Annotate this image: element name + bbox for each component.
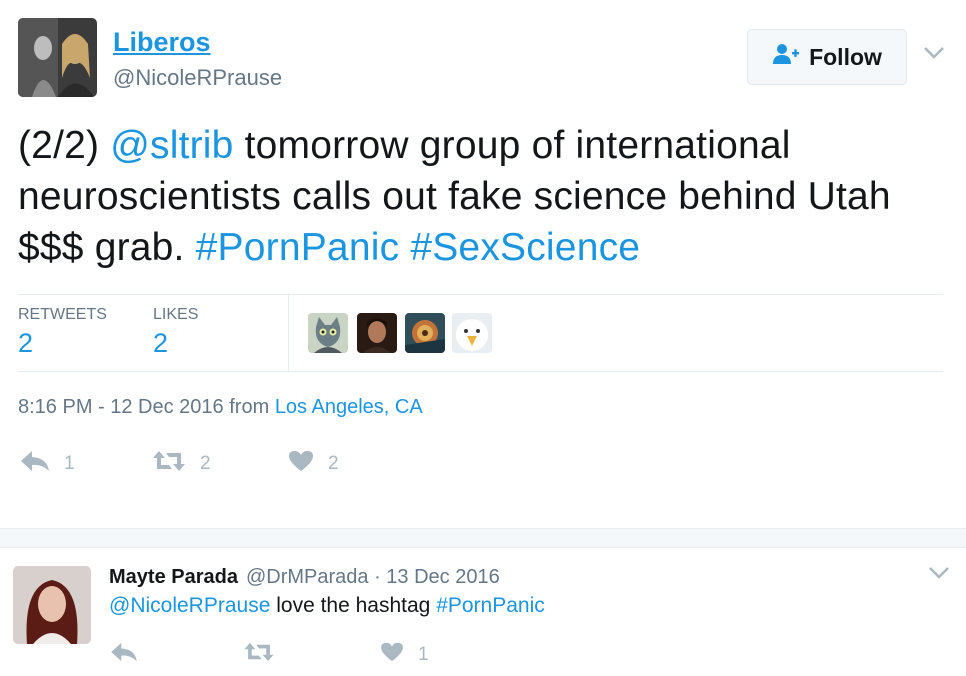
liker-avatar-cat[interactable]: [308, 313, 348, 353]
reply-icon: [20, 450, 50, 478]
add-user-icon: [772, 43, 800, 71]
retweet-action[interactable]: 2: [152, 450, 211, 478]
heart-icon: [288, 450, 314, 478]
reply-retweet-action[interactable]: [243, 642, 275, 668]
author-handle[interactable]: @NicoleRPrause: [113, 65, 282, 91]
reply-more-chevron-icon[interactable]: [928, 566, 950, 585]
divider: [18, 294, 943, 295]
conversation-separator: [0, 528, 966, 548]
reply-like-count: 1: [418, 644, 429, 665]
reply-author-avatar[interactable]: [13, 566, 91, 644]
reply-mention[interactable]: @NicoleRPrause: [109, 594, 270, 617]
retweets-label: RETWEETS: [18, 306, 107, 323]
tweet-hashtag-link[interactable]: #PornPanic: [196, 226, 400, 269]
tweet-text-segment: (2/2): [18, 124, 111, 167]
author-avatar[interactable]: [18, 18, 97, 97]
retweets-count: 2: [18, 328, 34, 358]
tweet-timestamp: 8:16 PM - 12 Dec 2016 from Los Angeles, …: [18, 396, 423, 419]
follow-button[interactable]: Follow: [747, 29, 907, 85]
retweet-icon: [243, 642, 275, 668]
liker-avatar-eagle[interactable]: [452, 313, 492, 353]
location-link[interactable]: Los Angeles, CA: [275, 396, 423, 418]
like-count: 2: [328, 453, 339, 474]
retweets-stat[interactable]: RETWEETS 2: [18, 306, 107, 359]
liker-avatar-man[interactable]: [357, 313, 397, 353]
reply-body: love the hashtag: [270, 594, 437, 617]
more-options-chevron-icon[interactable]: [923, 46, 945, 65]
tweet-hashtag-link[interactable]: #SexScience: [410, 226, 640, 269]
divider: [18, 371, 943, 372]
tweet-text-segment: [399, 226, 410, 269]
likes-label: LIKES: [153, 306, 199, 323]
tweet-text: (2/2) @sltrib tomorrow group of internat…: [18, 120, 948, 273]
reply-reply-action[interactable]: [110, 642, 138, 668]
retweet-count: 2: [200, 453, 211, 474]
follow-label: Follow: [809, 43, 882, 70]
likes-count: 2: [153, 328, 169, 358]
likes-stat[interactable]: LIKES 2: [153, 306, 198, 359]
timestamp-time[interactable]: 8:16 PM - 12 Dec 2016: [18, 396, 224, 418]
tweet-mention-link[interactable]: @sltrib: [110, 124, 233, 167]
reply-text: @NicoleRPrause love the hashtag #PornPan…: [109, 594, 545, 618]
reply-hashtag[interactable]: #PornPanic: [436, 594, 545, 617]
heart-icon: [380, 642, 404, 668]
reply-icon: [110, 642, 138, 668]
liker-avatar-art[interactable]: [405, 313, 445, 353]
reply-like-action[interactable]: 1: [380, 642, 429, 668]
reply-author-name[interactable]: Mayte Parada: [109, 566, 238, 589]
reply-header: Mayte Parada @DrMParada · 13 Dec 2016: [109, 566, 500, 589]
like-action[interactable]: 2: [288, 450, 339, 478]
timestamp-from: from: [223, 396, 275, 418]
reply-action[interactable]: 1: [20, 450, 75, 478]
reply-count: 1: [64, 453, 75, 474]
retweet-icon: [152, 450, 186, 478]
divider: [288, 295, 289, 371]
reply-meta[interactable]: @DrMParada · 13 Dec 2016: [246, 566, 500, 589]
author-display-name[interactable]: Liberos: [113, 27, 211, 58]
